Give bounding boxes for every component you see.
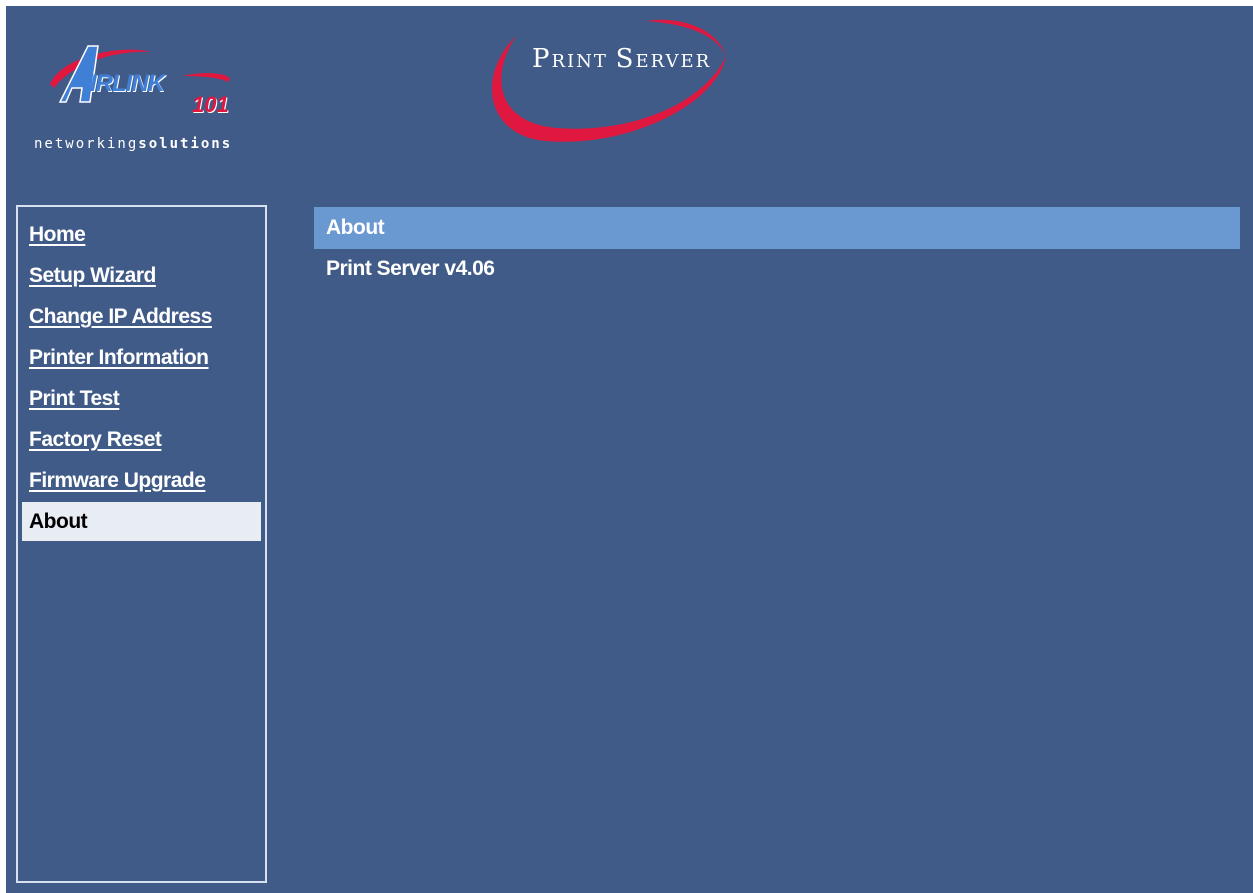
nav-link-setup-wizard[interactable]: Setup Wizard	[29, 264, 156, 287]
tagline-bold: solutions	[138, 136, 233, 152]
product-title: PRINT SERVER	[532, 44, 711, 74]
sidebar-nav: Home Setup Wizard Change IP Address Prin…	[16, 205, 267, 883]
nav-link-firmware-upgrade[interactable]: Firmware Upgrade	[29, 469, 206, 492]
product-title-initial-2: S	[615, 44, 636, 74]
product-banner: PRINT SERVER	[476, 16, 766, 156]
nav-item-setup-wizard[interactable]: Setup Wizard	[22, 256, 261, 295]
nav-link-printer-information[interactable]: Printer Information	[29, 346, 209, 369]
nav-link-change-ip-address[interactable]: Change IP Address	[29, 305, 212, 328]
nav-item-printer-information[interactable]: Printer Information	[22, 338, 261, 377]
tagline-light: networking	[34, 136, 139, 152]
nav-item-about[interactable]: About	[22, 502, 261, 541]
nav-link-factory-reset[interactable]: Factory Reset	[29, 428, 162, 451]
product-title-initial-1: P	[532, 44, 552, 74]
logo-number: 101	[192, 92, 229, 117]
version-text: Print Server v4.06	[326, 257, 495, 280]
nav-link-about[interactable]: About	[29, 510, 88, 533]
nav-item-print-test[interactable]: Print Test	[22, 379, 261, 418]
section-header: About	[314, 207, 1240, 249]
product-title-rest-2: ERVER	[635, 51, 712, 72]
red-swoosh-graphic	[492, 19, 726, 142]
airlink-logo: IRLINK 101 networkingsolutions	[32, 36, 292, 166]
print-server-page: IRLINK 101 networkingsolutions PRINT SER…	[6, 6, 1253, 893]
nav-item-home[interactable]: Home	[22, 215, 261, 254]
nav-list: Home Setup Wizard Change IP Address Prin…	[18, 207, 265, 541]
product-title-rest-1: RINT	[551, 51, 608, 72]
logo-tagline: networkingsolutions	[34, 136, 232, 152]
nav-link-print-test[interactable]: Print Test	[29, 387, 120, 410]
nav-item-firmware-upgrade[interactable]: Firmware Upgrade	[22, 461, 261, 500]
nav-link-home[interactable]: Home	[29, 223, 86, 246]
nav-item-change-ip-address[interactable]: Change IP Address	[22, 297, 261, 336]
logo-wordmark: IRLINK	[90, 70, 165, 97]
nav-item-factory-reset[interactable]: Factory Reset	[22, 420, 261, 459]
